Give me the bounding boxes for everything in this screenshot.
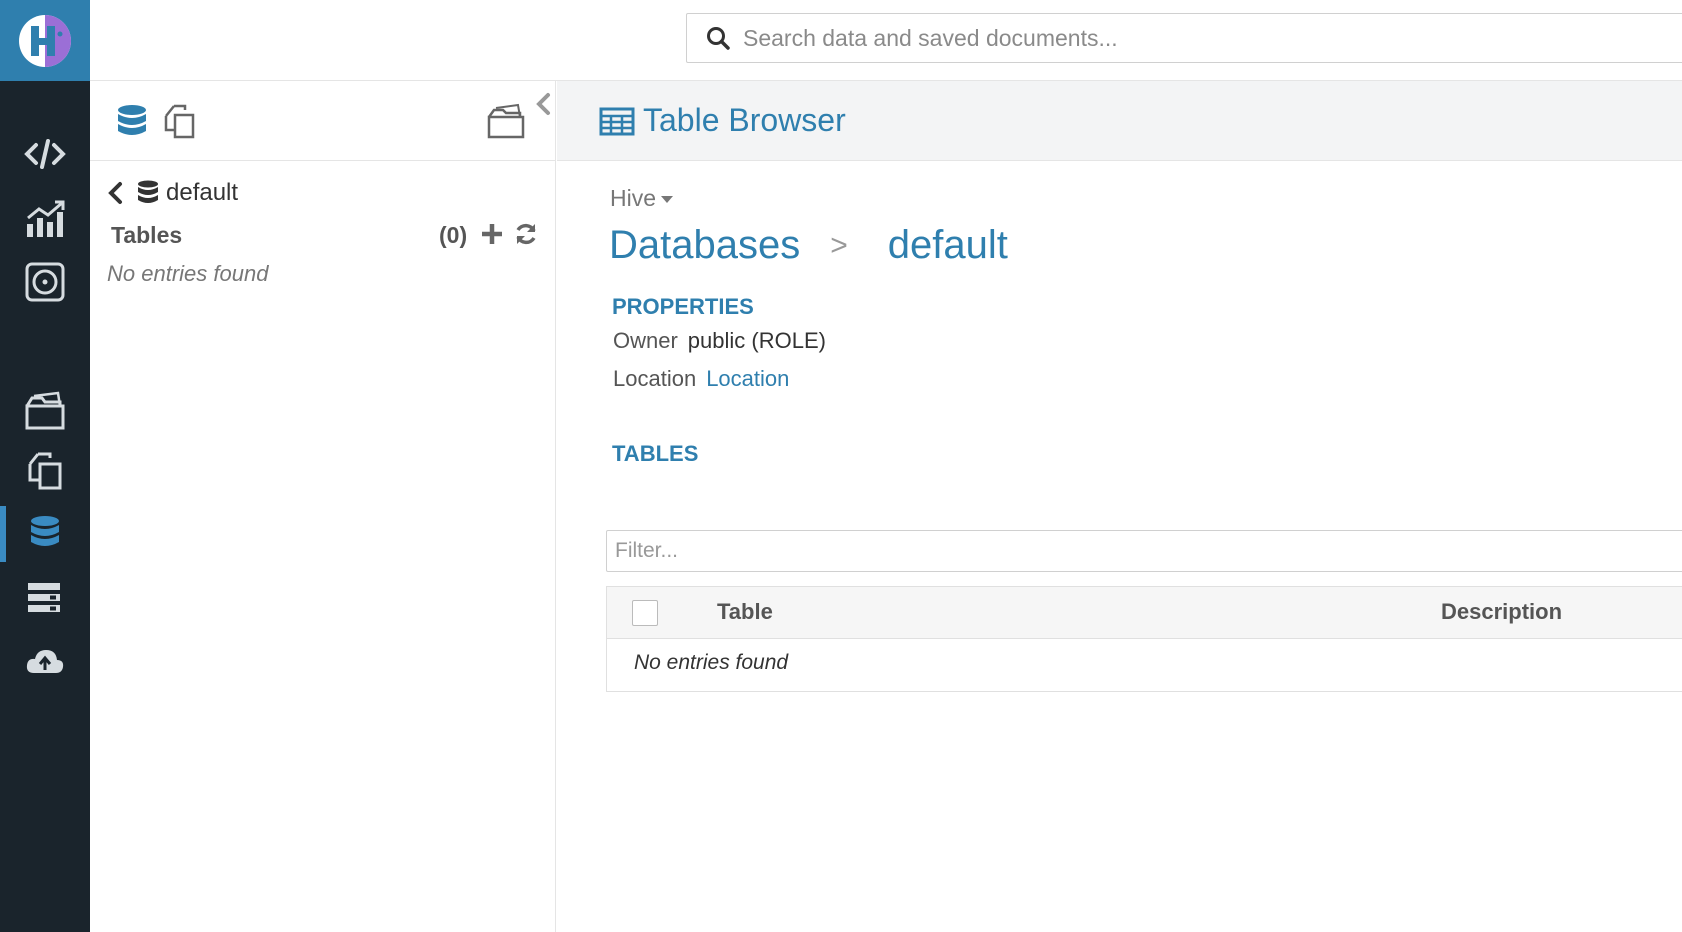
table-grid-icon	[599, 107, 635, 135]
assist-database-icon[interactable]	[112, 101, 152, 141]
collapse-panel-chevron-icon[interactable]	[532, 89, 554, 119]
filter-input[interactable]	[607, 531, 1682, 571]
breadcrumb-databases[interactable]: Databases	[609, 223, 800, 268]
location-link[interactable]: Location	[706, 366, 789, 392]
assist-empty-message: No entries found	[107, 261, 269, 286]
code-editor-icon	[24, 139, 66, 169]
nav-table-browser[interactable]	[0, 506, 90, 562]
assist-database-row: default	[104, 175, 238, 211]
jobs-icon	[28, 583, 60, 612]
assist-tables-row: Tables (0)	[111, 217, 541, 253]
assist-panel: default Tables (0) No entries found	[90, 81, 556, 932]
top-bar	[90, 0, 1682, 81]
search-icon	[707, 27, 730, 50]
column-header-table[interactable]: Table	[717, 599, 773, 625]
main-content: Table Browser Hive Databases > default P…	[557, 81, 1682, 932]
nav-importer[interactable]	[0, 634, 90, 690]
engine-label: Hive	[610, 185, 657, 211]
nav-documents[interactable]	[0, 443, 90, 499]
property-owner: Owner public (ROLE)	[613, 328, 826, 354]
back-chevron-icon[interactable]	[104, 180, 126, 206]
table-header-row: Table Description	[607, 587, 1682, 639]
refresh-icon[interactable]	[513, 221, 539, 247]
column-header-description[interactable]: Description	[1441, 599, 1562, 625]
caret-down-icon	[661, 195, 674, 203]
assist-documents-icon[interactable]	[160, 101, 200, 141]
dashboard-chart-icon	[27, 200, 65, 237]
file-browser-icon	[25, 391, 65, 430]
main-header: Table Browser	[557, 81, 1682, 161]
documents-icon	[28, 452, 62, 490]
scheduler-icon	[25, 262, 65, 302]
nav-dashboard[interactable]	[0, 191, 90, 247]
cloud-upload-icon	[26, 650, 64, 673]
property-location: Location Location	[613, 366, 789, 392]
nav-jobs[interactable]	[0, 570, 90, 626]
breadcrumb-separator: >	[830, 228, 848, 262]
breadcrumb: Databases > default	[609, 223, 1008, 268]
database-small-icon	[138, 180, 158, 203]
select-all-checkbox[interactable]	[632, 600, 658, 626]
engine-dropdown[interactable]: Hive	[610, 185, 674, 212]
hue-logo-icon[interactable]	[0, 0, 90, 81]
app-window: default Tables (0) No entries found Tabl…	[0, 0, 1682, 932]
owner-label: Owner	[613, 328, 678, 353]
assist-files-icon[interactable]	[486, 101, 526, 141]
search-input[interactable]	[743, 24, 1643, 52]
location-label: Location	[613, 366, 697, 391]
breadcrumb-current-database[interactable]: default	[888, 223, 1008, 268]
table-empty-message: No entries found	[634, 651, 789, 674]
assist-tables-label: Tables	[111, 221, 183, 248]
properties-heading: PROPERTIES	[612, 294, 754, 319]
table-filter[interactable]	[606, 530, 1682, 572]
database-icon	[31, 516, 59, 546]
add-table-plus-icon[interactable]	[479, 221, 505, 247]
owner-value: public (ROLE)	[687, 328, 826, 353]
tables-table: Table Description No entries found	[606, 586, 1682, 692]
tables-heading: TABLES	[612, 441, 699, 466]
nav-scheduler[interactable]	[0, 254, 90, 310]
assist-database-name[interactable]: default	[166, 179, 238, 207]
assist-tables-count: (0)	[439, 221, 468, 248]
left-navigation	[0, 0, 90, 932]
global-search[interactable]	[686, 13, 1682, 63]
page-title: Table Browser	[643, 102, 846, 138]
nav-editor[interactable]	[0, 126, 90, 182]
nav-files[interactable]	[0, 383, 90, 439]
assist-panel-header	[90, 81, 556, 161]
